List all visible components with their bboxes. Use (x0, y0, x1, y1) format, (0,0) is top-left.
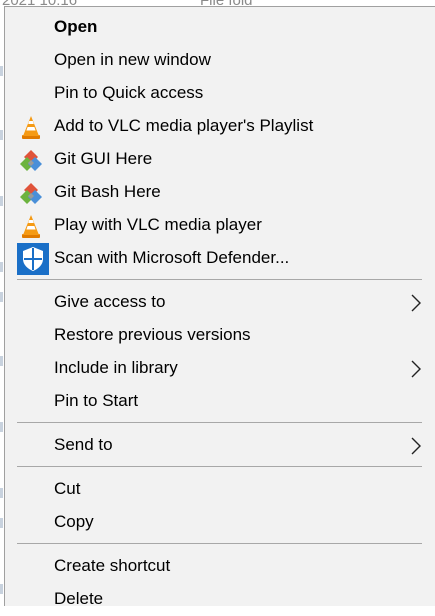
chevron-right-icon (409, 436, 423, 456)
menu-item-label: Include in library (54, 358, 178, 377)
context-menu: Open Open in new window Pin to Quick acc… (4, 6, 435, 608)
menu-item-label: Copy (54, 512, 94, 531)
menu-item-label: Restore previous versions (54, 325, 251, 344)
menu-separator (17, 543, 422, 544)
chevron-right-icon (409, 359, 423, 379)
menu-item-label: Play with VLC media player (54, 215, 262, 234)
menu-item-copy[interactable]: Copy (5, 506, 431, 539)
menu-item-label: Give access to (54, 292, 166, 311)
menu-item-pin-to-quick-access[interactable]: Pin to Quick access (5, 77, 431, 110)
menu-item-open-in-new-window[interactable]: Open in new window (5, 44, 431, 77)
menu-item-label: Cut (54, 479, 81, 498)
menu-item-label: Scan with Microsoft Defender... (54, 248, 290, 267)
menu-item-label: Pin to Start (54, 391, 139, 410)
menu-item-label: Pin to Quick access (54, 83, 204, 102)
menu-item-label: Add to VLC media player's Playlist (54, 116, 314, 135)
menu-item-add-to-vlc-playlist[interactable]: Add to VLC media player's Playlist (5, 110, 431, 143)
vlc-cone-icon (18, 213, 44, 239)
menu-separator (17, 466, 422, 467)
chevron-right-icon (409, 293, 423, 313)
menu-item-restore-previous-versions[interactable]: Restore previous versions (5, 319, 431, 352)
menu-item-pin-to-start[interactable]: Pin to Start (5, 385, 431, 418)
menu-item-label: Delete (54, 589, 104, 608)
menu-item-git-gui-here[interactable]: Git GUI Here (5, 143, 431, 176)
menu-item-label: Open in new window (54, 50, 211, 69)
menu-item-scan-with-defender[interactable]: Scan with Microsoft Defender... (5, 242, 431, 275)
menu-item-git-bash-here[interactable]: Git Bash Here (5, 176, 431, 209)
vlc-cone-icon (18, 114, 44, 140)
menu-item-delete[interactable]: Delete (5, 583, 431, 616)
menu-item-send-to[interactable]: Send to (5, 429, 431, 462)
menu-separator (17, 422, 422, 423)
menu-item-cut[interactable]: Cut (5, 473, 431, 506)
menu-item-create-shortcut[interactable]: Create shortcut (5, 550, 431, 583)
menu-item-include-in-library[interactable]: Include in library (5, 352, 431, 385)
menu-separator (17, 279, 422, 280)
git-gui-icon (18, 147, 44, 173)
menu-item-open[interactable]: Open (5, 11, 431, 44)
menu-item-label: Git Bash Here (54, 182, 161, 201)
menu-item-label: Send to (54, 435, 113, 454)
menu-item-label: Create shortcut (54, 556, 171, 575)
defender-shield-icon (17, 243, 49, 275)
menu-item-label: Git GUI Here (54, 149, 153, 168)
menu-item-label: Open (54, 17, 98, 36)
menu-item-give-access-to[interactable]: Give access to (5, 286, 431, 319)
menu-item-play-with-vlc[interactable]: Play with VLC media player (5, 209, 431, 242)
git-bash-icon (18, 180, 44, 206)
